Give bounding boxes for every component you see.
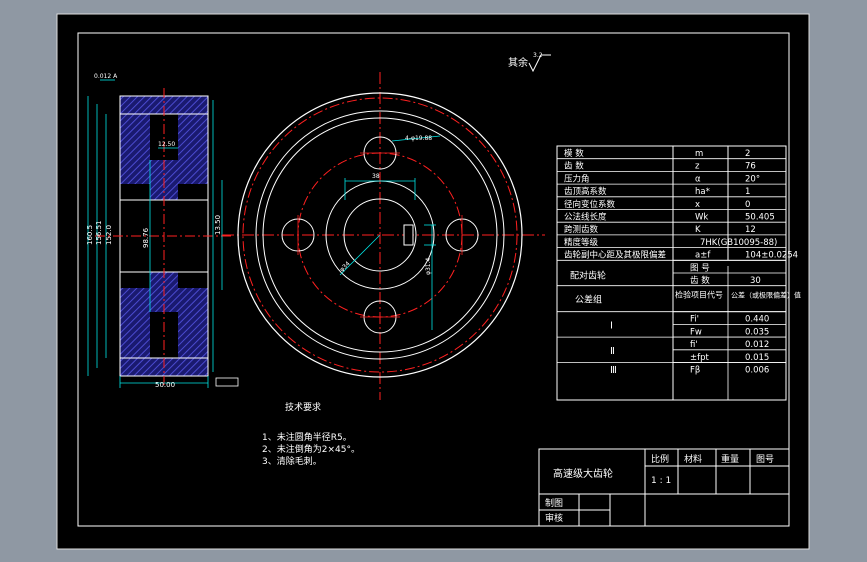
param-value: 50.405 (745, 213, 775, 223)
web-lower-right (178, 288, 208, 358)
drawing-no-label: 图号 (756, 454, 774, 465)
param-name: 公法线长度 (564, 212, 607, 223)
dim-hub-length: 13.50 (214, 215, 222, 235)
tolerance-value: 0.015 (745, 353, 769, 363)
param-name: 精度等级 (564, 237, 599, 248)
cad-window: 其余 3.2 160.5 156.51 152.0 98.76 13.50 12… (0, 0, 867, 562)
tolerance-value: 0.012 (745, 340, 769, 350)
dim-hub-width: 12.50 (158, 141, 175, 148)
pair-row-value: 30 (750, 276, 761, 286)
web-lower-left (120, 288, 150, 358)
pair-row-name: 齿 数 (690, 275, 710, 286)
web-upper-right (178, 114, 208, 184)
tolerance-value: 0.440 (745, 315, 769, 325)
dim-hole-diameter: 4-φ19.88 (405, 135, 432, 142)
note-1: 1、未注圆角半径R5。 (262, 431, 352, 443)
dim-web-diameter: 98.76 (142, 227, 150, 248)
surface-finish-value: 3.2 (533, 52, 543, 59)
param-symbol: K (695, 225, 701, 235)
note-3: 3、清除毛刺。 (262, 455, 322, 467)
drawn-label: 制图 (545, 497, 563, 509)
param-name: 跨测齿数 (564, 224, 599, 235)
tolerance-symbol: ±fpt (690, 353, 710, 363)
dim-tolerance-top: 0.012 A (94, 73, 118, 80)
param-value: 2 (745, 149, 750, 159)
web-upper-left (120, 114, 150, 184)
tolerance-symbol: fi' (690, 340, 698, 350)
param-name: 齿顶高系数 (564, 186, 607, 197)
tolerance-value-label: 公差（或极限偏差）值 (731, 291, 801, 300)
dim-root-diameter: 152.0 (105, 225, 113, 245)
tolerance-group-label: 公差组 (575, 294, 602, 306)
param-value: 20° (745, 174, 760, 184)
weight-label: 重量 (721, 453, 739, 465)
param-value: 1 (745, 187, 750, 197)
tolerance-value: 0.035 (745, 327, 769, 337)
param-name: 压力角 (564, 173, 590, 184)
param-symbol: z (695, 162, 700, 172)
pair-gear-label: 配对齿轮 (570, 269, 606, 281)
dim-bore-key: φ31.4 (425, 258, 432, 276)
param-value: 7HK(GB10095-88) (700, 238, 777, 248)
param-symbol: α (695, 174, 701, 184)
tolerance-symbol: Fβ (690, 366, 700, 376)
param-name: 齿 数 (564, 161, 584, 172)
cad-drawing-canvas: 其余 3.2 160.5 156.51 152.0 98.76 13.50 12… (56, 13, 810, 550)
dim-tip-diameter: 160.5 (86, 225, 94, 245)
dim-face-width: 50.00 (155, 381, 175, 389)
param-symbol: ha* (695, 187, 710, 197)
param-symbol: x (695, 200, 700, 210)
scale-label: 比例 (651, 453, 669, 465)
param-value: 104±0.0254 (745, 251, 798, 261)
dim-key-width: 38 (372, 173, 380, 180)
param-value: 0 (745, 200, 750, 210)
surface-finish-label: 其余 (508, 56, 528, 69)
drawing-title: 高速级大齿轮 (553, 467, 613, 480)
material-label: 材料 (684, 453, 702, 465)
tolerance-group: Ⅰ (610, 320, 613, 331)
scale-value: 1 : 1 (651, 476, 671, 486)
param-value: 76 (745, 162, 756, 172)
param-value: 12 (745, 225, 756, 235)
notes-heading: 技术要求 (285, 401, 321, 413)
dim-pitch-diameter: 156.51 (95, 221, 103, 246)
note-2: 2、未注倒角为2×45°。 (262, 443, 360, 455)
tolerance-group: Ⅲ (610, 365, 617, 376)
param-name: 径向变位系数 (564, 199, 616, 210)
pair-row-name: 图 号 (690, 263, 710, 273)
param-name: 齿轮副中心距及其极限偏差 (564, 250, 666, 261)
param-symbol: m (695, 149, 703, 159)
check-item-label: 检验项目代号 (675, 290, 723, 300)
keyway (403, 224, 414, 246)
tolerance-group: Ⅱ (610, 346, 615, 357)
tolerance-value: 0.006 (745, 366, 769, 376)
tolerance-symbol: Fi' (690, 315, 699, 325)
tolerance-symbol: Fw (690, 327, 702, 337)
param-symbol: a±f (695, 251, 711, 261)
param-name: 模 数 (564, 148, 584, 159)
param-symbol: Wk (695, 213, 708, 223)
checked-label: 审核 (545, 512, 563, 524)
